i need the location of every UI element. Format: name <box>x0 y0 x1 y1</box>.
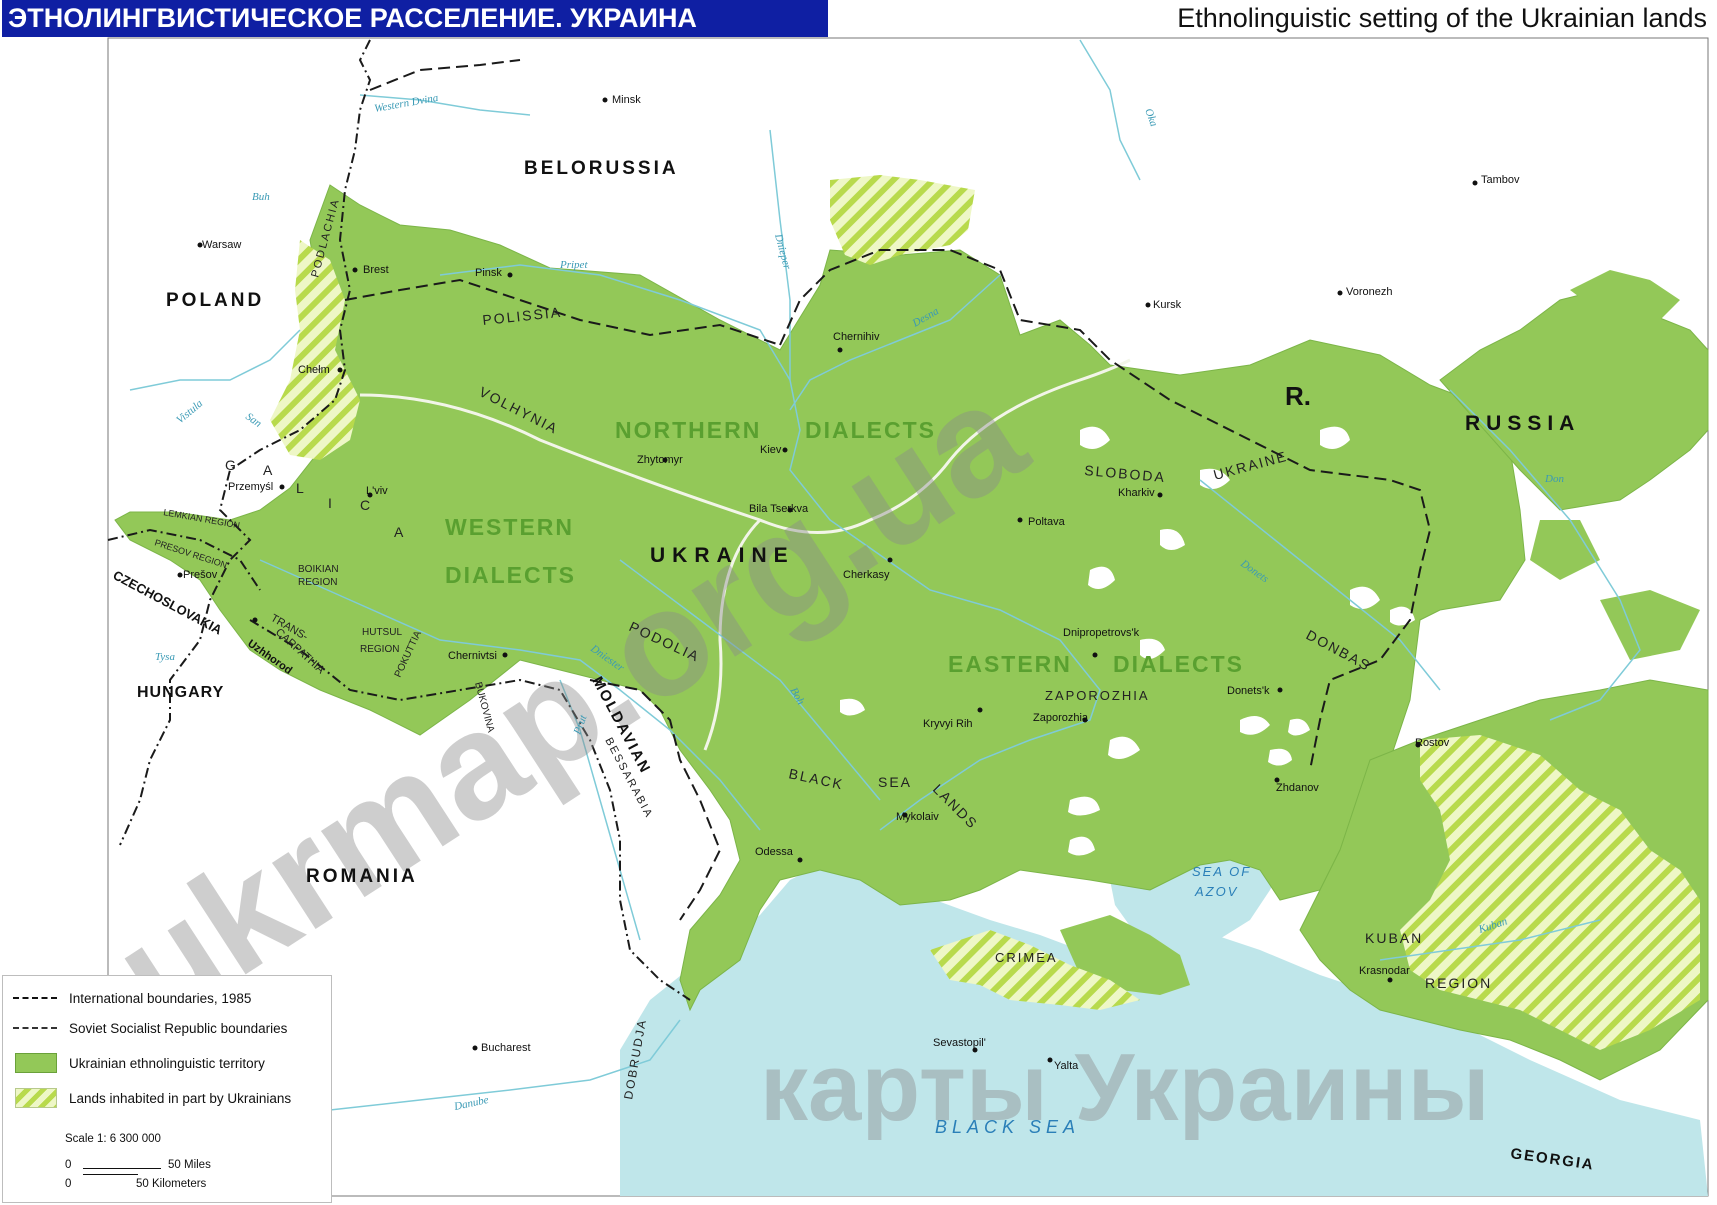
label-black-sea-lands-2: SEA <box>878 774 912 790</box>
label-zhytomyr: Zhytomyr <box>637 454 683 466</box>
legend-item-lands-inhabited: Lands inhabited in part by Ukrainians <box>11 1086 291 1110</box>
label-pinsk: Pinsk <box>475 267 502 279</box>
label-black-sea: BLACK SEA <box>935 1117 1080 1137</box>
scale-label: Scale 1: 6 300 000 <box>65 1133 161 1145</box>
label-tysa: Tysa <box>155 651 175 663</box>
label-sea-of-azov-1: SEA OF <box>1192 864 1251 879</box>
label-poland: POLAND <box>166 290 264 311</box>
label-poltava: Poltava <box>1028 516 1066 528</box>
label-crimea: CRIMEA <box>995 950 1058 965</box>
title-english: Ethnolinguistic setting of the Ukrainian… <box>1177 3 1707 33</box>
label-krasnodar: Krasnodar <box>1359 965 1410 977</box>
label-odessa: Odessa <box>755 846 794 858</box>
label-sevastopil: Sevastopil' <box>933 1037 986 1049</box>
label-romania: ROMANIA <box>306 866 418 887</box>
legend-label: International boundaries, 1985 <box>69 990 252 1006</box>
label-galicia-g: G <box>225 457 238 473</box>
scale-bar-km <box>83 1174 138 1175</box>
intl-boundary-symbol <box>11 987 59 1009</box>
label-russia-abbr: R. <box>1285 381 1311 411</box>
scale-zero-km: 0 <box>65 1178 72 1190</box>
label-eastern: EASTERN <box>948 651 1072 677</box>
label-przemysl: Przemyśl <box>228 481 273 493</box>
label-western: WESTERN <box>445 514 574 540</box>
hatched-swatch <box>11 1087 59 1109</box>
label-northern-dialects: DIALECTS <box>805 417 936 443</box>
scale-miles: 50 Miles <box>168 1159 211 1171</box>
label-galicia-i: I <box>328 495 334 511</box>
label-boikian-2: REGION <box>298 577 337 588</box>
label-kryvyi-rih: Kryvyi Rih <box>923 718 973 730</box>
watermark-caption: карты Украины <box>760 1034 1490 1141</box>
label-sea-of-azov-2: AZOV <box>1194 884 1238 899</box>
label-rostov: Rostov <box>1415 737 1450 749</box>
label-chernihiv: Chernihiv <box>833 331 880 343</box>
map-legend: International boundaries, 1985 Soviet So… <box>2 975 332 1203</box>
label-zaporozhia-city: Zaporozhia <box>1033 712 1089 724</box>
legend-item-ssr-boundaries: Soviet Socialist Republic boundaries <box>11 1016 287 1040</box>
label-kursk: Kursk <box>1153 299 1182 311</box>
label-warsaw: Warsaw <box>202 239 241 251</box>
label-eastern-dialects: DIALECTS <box>1113 651 1244 677</box>
label-belorussia: BELORUSSIA <box>524 158 679 179</box>
label-galicia-c: C <box>360 497 372 513</box>
label-chernivtsi: Chernivtsi <box>448 650 497 662</box>
label-hutsul-2: REGION <box>360 644 399 655</box>
label-bila-tserkva: Bila Tserkva <box>749 503 809 515</box>
legend-label: Ukrainian ethnolinguistic territory <box>69 1055 265 1071</box>
legend-item-ukrainian-territory: Ukrainian ethnolinguistic territory <box>11 1051 265 1075</box>
label-don: Don <box>1544 473 1564 485</box>
label-galicia-a: A <box>263 462 274 478</box>
label-kharkiv: Kharkiv <box>1118 487 1155 499</box>
label-kuban: KUBAN <box>1365 930 1423 946</box>
scale-zero-miles: 0 <box>65 1159 72 1171</box>
label-lviv: L'viv <box>366 485 388 497</box>
label-yalta: Yalta <box>1054 1060 1079 1072</box>
label-mykolaiv: Mykolaiv <box>896 811 939 823</box>
legend-label: Soviet Socialist Republic boundaries <box>69 1020 288 1036</box>
label-minsk: Minsk <box>612 94 641 106</box>
label-voronezh: Voronezh <box>1346 286 1392 298</box>
label-kiev: Kiev <box>760 444 782 456</box>
label-northern: NORTHERN <box>615 417 761 443</box>
label-hutsul-1: HUTSUL <box>362 627 402 638</box>
label-pripet: Pripet <box>559 259 588 271</box>
green-swatch <box>11 1052 59 1074</box>
label-western-dialects: DIALECTS <box>445 562 576 588</box>
title-russian: ЭТНОЛИНГВИСТИЧЕСКОЕ РАССЕЛЕНИЕ. УКРАИНА <box>2 0 828 37</box>
scale-bar-miles <box>83 1168 161 1169</box>
label-zaporozhia-region: ZAPOROZHIA <box>1045 688 1150 703</box>
label-cherkasy: Cherkasy <box>843 569 890 581</box>
label-bucharest: Bucharest <box>481 1042 531 1054</box>
label-tambov: Tambov <box>1481 174 1520 186</box>
label-chelm: Chełm <box>298 364 330 376</box>
label-brest: Brest <box>363 264 389 276</box>
legend-label: Lands inhabited in part by Ukrainians <box>69 1090 292 1106</box>
label-hungary: HUNGARY <box>137 684 224 701</box>
legend-item-intl-boundaries: International boundaries, 1985 <box>11 986 251 1010</box>
label-bug: Buh <box>252 191 270 203</box>
label-zhdanov: Zhdanov <box>1276 782 1319 794</box>
label-kuban-region: REGION <box>1425 975 1492 991</box>
label-galicia-l: L <box>296 480 306 496</box>
label-presov: Prešov <box>183 569 218 581</box>
label-donetsk: Donets'k <box>1227 685 1270 697</box>
label-dnipropetrovsk: Dnipropetrovs'k <box>1063 627 1140 639</box>
label-boikian-1: BOIKIAN <box>298 564 339 575</box>
label-galicia-a2: A <box>394 524 405 540</box>
ssr-boundary-symbol <box>11 1017 59 1039</box>
label-ukraine: UKRAINE <box>650 544 795 567</box>
label-russia: RUSSIA <box>1465 412 1580 435</box>
scale-kilometers: 50 Kilometers <box>136 1178 207 1190</box>
